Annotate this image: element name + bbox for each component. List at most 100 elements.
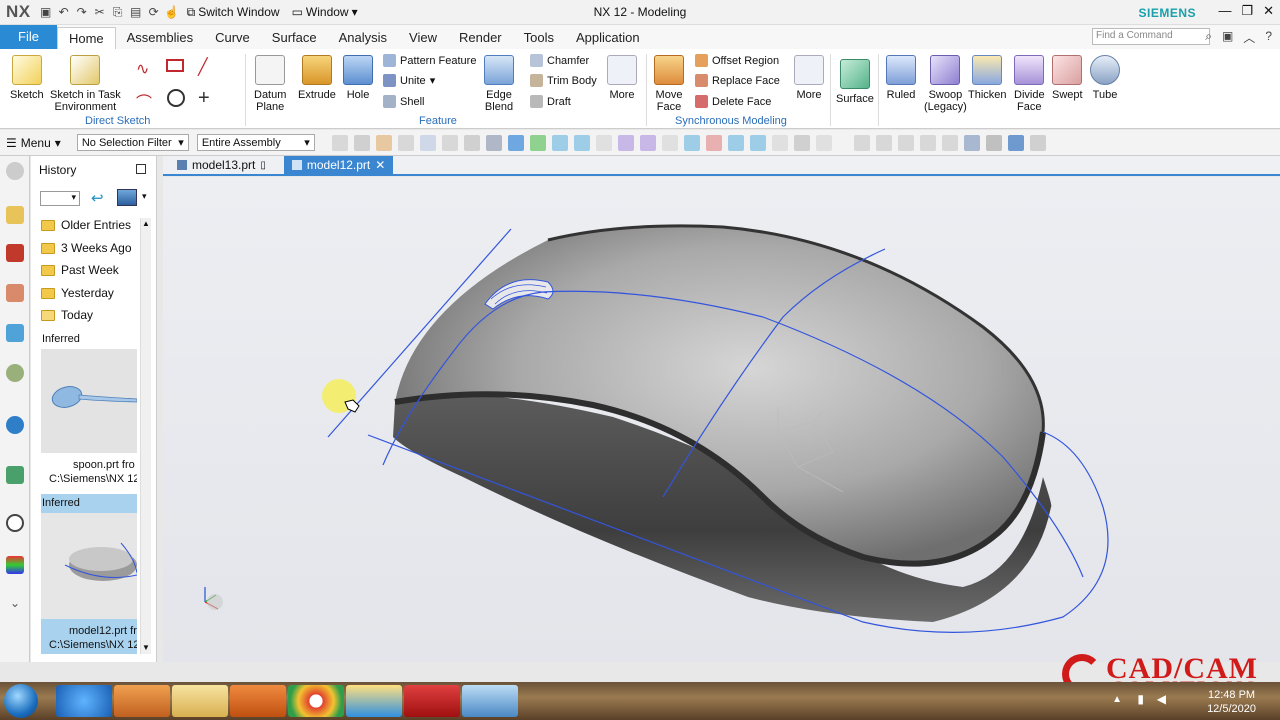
snap-bounded-icon[interactable] [793,134,810,151]
history-entry[interactable]: Older Entries [41,218,131,232]
tab-surface[interactable]: Surface [261,27,328,49]
replace-face-button[interactable]: Replace Face [695,74,780,87]
point-icon[interactable]: + [198,87,210,110]
tab-file[interactable]: File [0,25,57,49]
divide-face-button[interactable]: Divide Face [1014,55,1045,113]
snap-quadrant-icon[interactable] [705,134,722,151]
more-sync-button[interactable]: More [794,55,824,101]
snap-midpoint-icon[interactable] [749,134,766,151]
volume-icon[interactable]: ◀ [1157,692,1166,706]
switch-window-button[interactable]: ⧉ Switch Window [181,2,286,22]
tab-analysis[interactable]: Analysis [328,27,398,49]
trim-body-button[interactable]: Trim Body [530,74,597,87]
offset-region-button[interactable]: Offset Region [695,54,779,67]
save-icon[interactable]: ▣ [37,3,55,21]
snap-spline-icon[interactable] [617,134,634,151]
tab-model12[interactable]: model12.prt ✕ [283,156,394,174]
tab-assemblies[interactable]: Assemblies [116,27,204,49]
screen-recorder-icon[interactable] [230,685,286,717]
tab-render[interactable]: Render [448,27,513,49]
chrome-icon[interactable] [288,685,344,717]
palette-icon[interactable] [6,556,24,574]
render-style-icon[interactable] [963,134,980,151]
background-icon[interactable] [985,134,1002,151]
chamfer-button[interactable]: Chamfer [530,54,589,67]
internet-explorer-icon[interactable] [56,685,112,717]
select-edge-icon[interactable] [441,134,458,151]
history-view-dropdown[interactable]: ▾ [40,191,80,206]
rotate-icon[interactable] [897,134,914,151]
file-explorer-icon[interactable] [172,685,228,717]
snap-icon[interactable] [331,134,348,151]
close-icon[interactable]: ✕ [1263,3,1274,19]
tray-arrow-icon[interactable]: ▲ [1112,694,1122,705]
perspective-icon[interactable] [941,134,958,151]
close-tab-icon[interactable]: ✕ [375,158,385,172]
section-view-icon[interactable] [1029,134,1046,151]
history-entry[interactable]: 3 Weeks Ago [41,241,132,255]
cut-icon[interactable]: ✂ [91,3,109,21]
rail-more-icon[interactable]: ⌄ [6,596,24,614]
move-face-button[interactable]: Move Face [654,55,684,113]
search-icon[interactable]: ⌕ [1205,29,1212,46]
tube-button[interactable]: Tube [1090,55,1120,101]
surface-button[interactable]: Surface [836,59,874,105]
ruled-button[interactable]: Ruled [886,55,916,101]
snap-intersection-icon[interactable] [661,134,678,151]
redo-icon[interactable]: ↷ [73,3,91,21]
pan-icon[interactable] [919,134,936,151]
repeat-command-icon[interactable]: ⟳ [145,3,163,21]
reuse-library-icon[interactable] [6,324,24,342]
tab-model13[interactable]: model13.prt ▯ [169,156,274,174]
visibility-icon[interactable] [6,364,24,382]
scroll-up-icon[interactable]: ▲ [142,219,150,228]
select-body-icon[interactable] [397,134,414,151]
snap-endpoint-icon[interactable] [529,134,546,151]
back-arrow-icon[interactable]: ↩ [91,189,104,207]
tab-home[interactable]: Home [56,27,116,49]
copy-icon[interactable]: ⎘ [109,3,127,21]
history-entry[interactable]: Past Week [41,263,119,277]
system-clock[interactable]: 12:48 PM 12/5/2020 [1207,688,1256,716]
extrude-button[interactable]: Extrude [298,55,336,101]
scroll-down-icon[interactable]: ▼ [142,643,150,652]
sketch-button[interactable]: Sketch [10,55,44,101]
shell-button[interactable]: Shell [383,95,424,108]
paste-icon[interactable]: ▤ [127,3,145,21]
draft-button[interactable]: Draft [530,95,571,108]
select-all-icon[interactable] [463,134,480,151]
zoom-icon[interactable] [875,134,892,151]
touch-mode-icon[interactable]: ☝ [163,3,181,21]
selection-filter-dropdown[interactable]: No Selection Filter ▾ [76,134,189,151]
edge-blend-button[interactable]: Edge Blend [484,55,514,113]
media-player-icon[interactable] [114,685,170,717]
scope-dropdown[interactable]: Entire Assembly ▾ [196,134,315,151]
line-icon[interactable]: ╱ [198,57,208,77]
thicken-button[interactable]: Thicken [968,55,1007,101]
arc-icon[interactable]: ⌒ [136,89,152,113]
menu-button[interactable]: ☰ Menu ▾ [0,136,67,150]
panel-pin-icon[interactable] [136,164,146,174]
swept-button[interactable]: Swept [1052,55,1083,101]
select-solid-icon[interactable] [485,134,502,151]
window-menu-button[interactable]: ▭ Window ▾ [286,2,364,22]
delete-face-button[interactable]: Delete Face [695,95,771,108]
select-face-icon[interactable] [419,134,436,151]
constraint-navigator-icon[interactable] [6,284,24,302]
history-scrollbar[interactable]: ▲ ▼ [140,218,151,654]
snap-point-icon[interactable] [727,134,744,151]
history-thumbnail-spoon[interactable]: Inferred spoon.prt fro C:\Siemens\NX 12 [41,330,137,486]
snap-wave-icon[interactable] [639,134,656,151]
pattern-feature-button[interactable]: Pattern Feature [383,54,476,67]
snap-grid-icon[interactable] [815,134,832,151]
thumbnail-view-icon[interactable] [117,189,137,206]
select-shaded-icon[interactable] [507,134,524,151]
acrobat-icon[interactable] [404,685,460,717]
role-icon[interactable] [6,466,24,484]
restore-icon[interactable]: ❐ [1241,3,1253,19]
assembly-navigator-icon[interactable] [6,244,24,262]
chevron-down-icon[interactable]: ▾ [142,191,147,202]
fit-view-icon[interactable] [853,134,870,151]
snap-center-icon[interactable] [683,134,700,151]
profile-icon[interactable]: ∿ [136,59,149,79]
